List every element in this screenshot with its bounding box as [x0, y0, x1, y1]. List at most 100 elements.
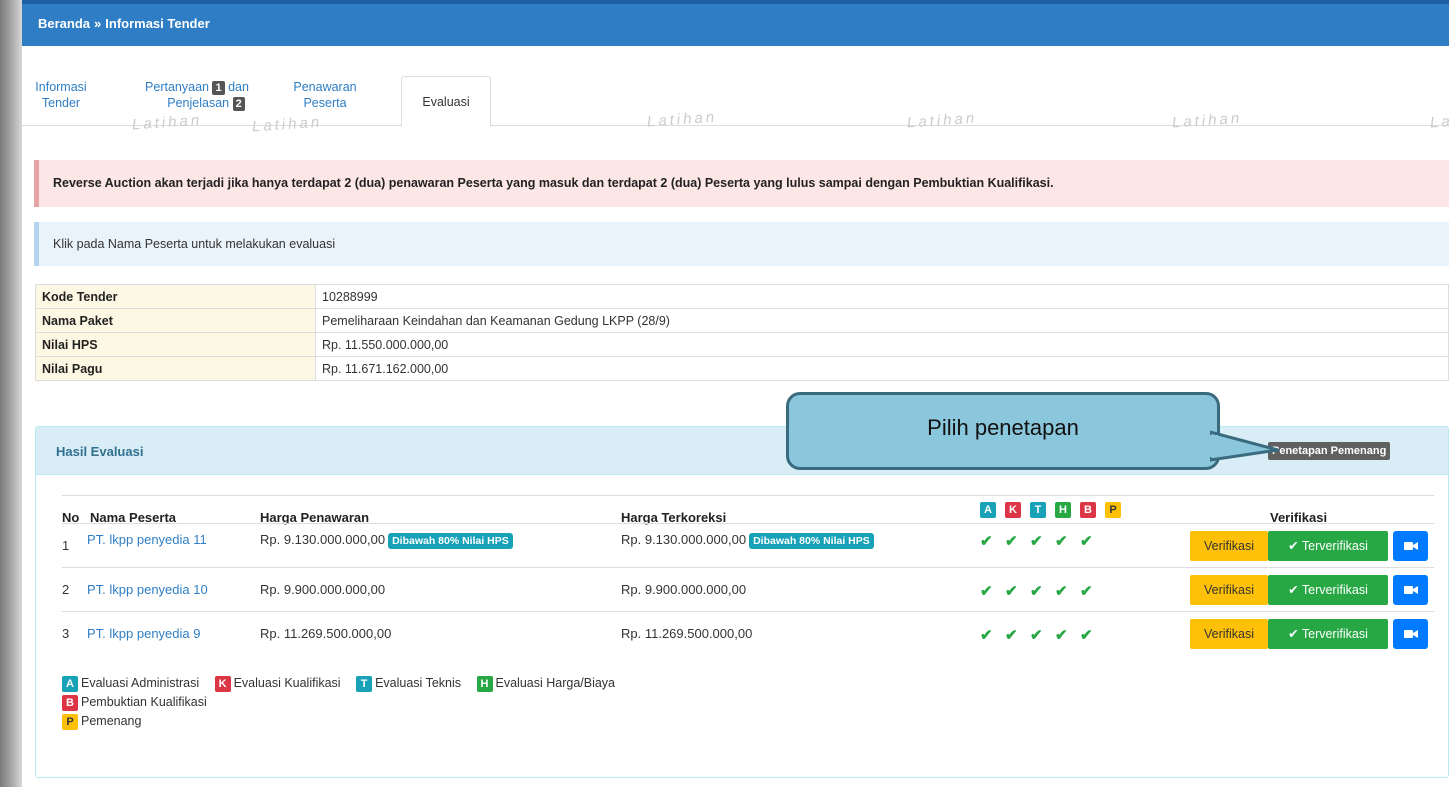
- harga-terkoreksi-cell: Rp. 9.130.000.000,00 Dibawah 80% Nilai HP…: [621, 532, 874, 549]
- table-row: 3 PT. lkpp penyedia 9 Rp. 11.269.500.000…: [62, 611, 1434, 655]
- legend-label: Evaluasi Administrasi: [81, 676, 200, 690]
- legend-badge-h: H: [476, 676, 493, 692]
- peserta-link[interactable]: PT. lkpp penyedia 9: [87, 626, 200, 641]
- watermark: Latihan: [1429, 109, 1449, 132]
- check-icon: ✔: [1030, 627, 1043, 644]
- table-row: Nama Paket Pemeliharaan Keindahan dan Kea…: [35, 308, 1449, 333]
- tab-penawaran-line2: Peserta: [303, 96, 347, 110]
- harga-penawaran-value: Rp. 9.900.000.000,00: [260, 582, 386, 597]
- evaluation-info-alert-text: Klik pada Nama Peserta untuk melakukan e…: [53, 237, 336, 251]
- terverifikasi-button[interactable]: ✔ Terverifikasi: [1268, 575, 1388, 605]
- evaluation-info-alert: Klik pada Nama Peserta untuk melakukan e…: [34, 222, 1449, 266]
- tab-informasi-tender[interactable]: Informasi Tender: [32, 79, 90, 111]
- legend-item: H Evaluasi Harga/Biaya: [476, 676, 615, 692]
- verifikasi-button[interactable]: Verifikasi: [1190, 575, 1268, 605]
- check-icon: ✔: [980, 583, 993, 600]
- table-row: Nilai HPS Rp. 11.550.000.000,00: [35, 332, 1449, 357]
- row-no: 3: [62, 626, 70, 641]
- tab-pertanyaan-count: 1: [212, 81, 225, 95]
- legend-item: A Evaluasi Administrasi: [62, 676, 200, 692]
- legend-badge-k: K: [214, 676, 231, 692]
- below-80-hps-badge: Dibawah 80% Nilai HPS: [388, 533, 513, 549]
- callout-pointer: [1210, 430, 1280, 462]
- stage-legend: A Evaluasi Administrasi K Evaluasi Kualifi…: [62, 674, 627, 731]
- verifikasi-button[interactable]: Verifikasi: [1190, 619, 1268, 649]
- info-value: Rp. 11.671.162.000,00: [315, 356, 1449, 381]
- info-key: Kode Tender: [35, 284, 316, 309]
- legend-badge-p: P: [62, 714, 78, 730]
- stage-checks: ✔ ✔ ✔ ✔ ✔: [980, 626, 1105, 644]
- harga-penawaran-value: Rp. 9.130.000.000,00: [260, 532, 386, 547]
- legend-item: T Evaluasi Teknis: [356, 676, 462, 692]
- legend-label: Evaluasi Teknis: [375, 676, 462, 690]
- check-icon: ✔: [1005, 627, 1018, 644]
- tab-penawaran-peserta[interactable]: Penawaran Peserta: [290, 79, 360, 111]
- watermark: Latihan: [646, 108, 718, 131]
- tab-pertanyaan-label: Pertanyaan: [145, 80, 209, 94]
- tab-pertanyaan-dan: dan: [228, 80, 249, 94]
- stage-badge-t: T: [1030, 502, 1046, 518]
- reverse-auction-alert-text: Reverse Auction akan terjadi jika hanya …: [53, 176, 1054, 190]
- tab-penjelasan-count: 2: [232, 97, 245, 111]
- tab-pertanyaan-penjelasan[interactable]: Pertanyaan 1 dan Penjelasan 2: [132, 79, 262, 111]
- table-row: 2 PT. lkpp penyedia 10 Rp. 9.900.000.000…: [62, 567, 1434, 611]
- check-icon: ✔: [1030, 583, 1043, 600]
- tab-evaluasi-label: Evaluasi: [422, 95, 470, 109]
- penetapan-pemenang-button[interactable]: Penetapan Pemenang: [1268, 442, 1391, 460]
- stage-badge-b: B: [1080, 502, 1096, 518]
- terverifikasi-button[interactable]: ✔ Terverifikasi: [1268, 531, 1388, 561]
- watermark: Latihan: [906, 109, 978, 132]
- video-camera-icon[interactable]: [1393, 531, 1428, 561]
- tab-bar: Informasi Tender Pertanyaan 1 dan Penjel…: [22, 46, 1449, 135]
- harga-terkoreksi-value: Rp. 9.130.000.000,00: [621, 532, 747, 547]
- check-icon: ✔: [1080, 583, 1093, 600]
- screen-frame: Beranda » Informasi Tender Informasi Tende…: [0, 0, 1449, 787]
- video-camera-icon[interactable]: [1393, 575, 1428, 605]
- info-value: Pemeliharaan Keindahan dan Keamanan Gedu…: [315, 308, 1449, 333]
- breadcrumb: Beranda » Informasi Tender: [38, 16, 210, 31]
- stage-checks: ✔ ✔ ✔ ✔ ✔: [980, 532, 1105, 550]
- stage-badge-a: A: [980, 502, 996, 518]
- tab-evaluasi[interactable]: Evaluasi: [401, 76, 491, 127]
- watermark: Latihan: [251, 113, 323, 136]
- watermark: Latihan: [1171, 109, 1243, 132]
- row-no: 2: [62, 582, 70, 597]
- page: Beranda » Informasi Tender Informasi Tende…: [22, 0, 1449, 787]
- peserta-link[interactable]: PT. lkpp penyedia 10: [87, 582, 208, 597]
- verifikasi-button[interactable]: Verifikasi: [1190, 531, 1268, 561]
- stage-badge-h: H: [1055, 502, 1071, 518]
- info-value: 10288999: [315, 284, 1449, 309]
- window-shadow-edge: [0, 0, 22, 787]
- legend-badge-b: B: [62, 695, 78, 711]
- legend-label: Pembuktian Kualifikasi: [81, 695, 207, 709]
- terverifikasi-button[interactable]: ✔ Terverifikasi: [1268, 619, 1388, 649]
- legend-item: K Evaluasi Kualifikasi: [214, 676, 341, 692]
- harga-terkoreksi-value: Rp. 11.269.500.000,00: [621, 626, 753, 641]
- stage-badge-p: P: [1105, 502, 1121, 518]
- top-bar: Beranda » Informasi Tender: [22, 0, 1449, 46]
- info-key: Nama Paket: [35, 308, 316, 333]
- stage-checks: ✔ ✔ ✔ ✔ ✔: [980, 582, 1105, 600]
- check-icon: ✔: [1005, 583, 1018, 600]
- legend-item: P Pemenang: [62, 712, 627, 731]
- check-icon: ✔: [980, 533, 993, 550]
- row-no: 1: [62, 538, 70, 553]
- table-header-row: No Nama Peserta Harga Penawaran Harga Te…: [62, 495, 1434, 525]
- info-value: Rp. 11.550.000.000,00: [315, 332, 1449, 357]
- callout-box: Pilih penetapan: [786, 392, 1220, 470]
- below-80-hps-badge: Dibawah 80% Nilai HPS: [749, 533, 874, 549]
- check-icon: ✔: [1080, 533, 1093, 550]
- legend-label: Pemenang: [81, 714, 142, 728]
- table-row: Kode Tender 10288999: [35, 284, 1449, 309]
- tab-penjelasan-label: Penjelasan: [167, 96, 230, 110]
- harga-penawaran-value: Rp. 11.269.500.000,00: [260, 626, 392, 641]
- stage-badge-k: K: [1005, 502, 1021, 518]
- breadcrumb-home[interactable]: Beranda: [38, 16, 90, 31]
- legend-badge-a: A: [62, 676, 78, 692]
- legend-label: Evaluasi Kualifikasi: [233, 676, 341, 690]
- video-camera-icon[interactable]: [1393, 619, 1428, 649]
- table-row: 1 PT. lkpp penyedia 11 Rp. 9.130.000.000…: [62, 523, 1434, 567]
- peserta-link[interactable]: PT. lkpp penyedia 11: [87, 532, 207, 547]
- tender-info-table: Kode Tender 10288999 Nama Paket Pemelihara…: [35, 284, 1449, 381]
- breadcrumb-separator: »: [94, 16, 102, 31]
